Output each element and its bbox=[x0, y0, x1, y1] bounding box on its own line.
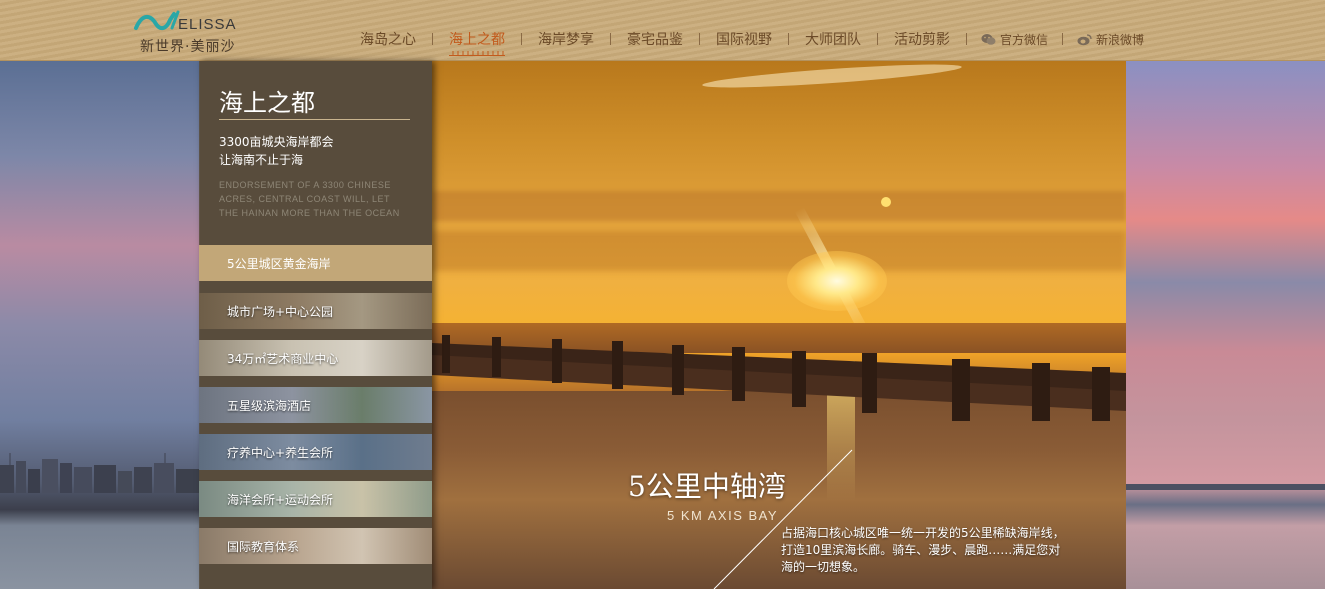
wechat-icon bbox=[981, 33, 996, 45]
sidebar-item-label: 5公里城区黄金海岸 bbox=[227, 257, 331, 271]
nav-separator bbox=[877, 33, 878, 45]
sidebar-item-label: 34万㎡艺术商业中心 bbox=[227, 352, 339, 366]
sidebar-english-text: ENDORSEMENT OF A 3300 CHINESE ACRES, CEN… bbox=[219, 178, 419, 220]
sidebar-item-ocean-club[interactable]: 海洋会所+运动会所 bbox=[199, 481, 432, 517]
nav-item-haozhai[interactable]: 豪宅品鉴 bbox=[615, 29, 695, 49]
caption-title: 5公里中轴湾 bbox=[628, 470, 786, 503]
weibo-label: 新浪微博 bbox=[1096, 32, 1145, 47]
nav-item-haidao[interactable]: 海岛之心 bbox=[348, 29, 428, 49]
sidebar-item-hotel[interactable]: 五星级滨海酒店 bbox=[199, 387, 432, 423]
sidebar-item-wellness[interactable]: 疗养中心+养生会所 bbox=[199, 434, 432, 470]
description-line: 海的一切想象。 bbox=[781, 560, 866, 574]
sidebar-item-label: 五星级滨海酒店 bbox=[227, 399, 312, 413]
sidebar-subtitle-2: 让海南不止于海 bbox=[219, 153, 304, 167]
nav-item-huodong[interactable]: 活动剪影 bbox=[882, 29, 962, 49]
cloud bbox=[701, 61, 963, 93]
nav-item-guoji[interactable]: 国际视野 bbox=[704, 29, 784, 49]
sidebar-item-golden-coast[interactable]: 5公里城区黄金海岸 bbox=[199, 245, 432, 281]
nav-separator bbox=[432, 33, 433, 45]
caption-description: 占据海口核心城区唯一统一开发的5公里稀缺海岸线， 打造10里滨海长廊。骑车、漫步… bbox=[781, 525, 1091, 576]
wechat-label: 官方微信 bbox=[1000, 32, 1049, 47]
sidebar-panel: 海上之都 3300亩城央海岸都会 让海南不止于海 ENDORSEMENT OF … bbox=[199, 61, 432, 589]
sidebar-title: 海上之都 bbox=[219, 89, 315, 117]
logo-text: ELISSA bbox=[178, 16, 237, 33]
description-line: 占据海口核心城区唯一统一开发的5公里稀缺海岸线， bbox=[781, 526, 1065, 540]
nav-separator bbox=[1062, 33, 1064, 45]
small-sun-dot bbox=[881, 197, 891, 207]
logo-wave-icon bbox=[134, 10, 180, 31]
right-horizon bbox=[1126, 484, 1325, 490]
nav-separator bbox=[610, 33, 611, 45]
sidebar-item-label: 国际教育体系 bbox=[227, 540, 300, 554]
weibo-icon bbox=[1077, 33, 1092, 45]
english-line: THE HAINAN MORE THAN THE OCEAN bbox=[219, 208, 400, 218]
caption-english: 5 KM AXIS BAY bbox=[667, 508, 779, 523]
logo-cn-text: 新世界·美丽沙 bbox=[140, 39, 236, 55]
nav-separator bbox=[521, 33, 522, 45]
main-nav: 海岛之心 海上之都 海岸梦享 豪宅品鉴 国际视野 大师团队 活动剪影 官方微信 bbox=[348, 28, 1154, 56]
sidebar-subtitle-1: 3300亩城央海岸都会 bbox=[219, 135, 334, 149]
right-sunset-photo bbox=[1126, 61, 1325, 589]
sidebar-item-education[interactable]: 国际教育体系 bbox=[199, 528, 432, 564]
nav-item-dashi[interactable]: 大师团队 bbox=[793, 29, 873, 49]
city-skyline-image bbox=[0, 453, 200, 493]
sidebar-item-label: 疗养中心+养生会所 bbox=[227, 446, 334, 460]
nav-separator bbox=[699, 33, 700, 45]
sidebar-item-label: 海洋会所+运动会所 bbox=[227, 493, 334, 507]
railing-image bbox=[432, 335, 1126, 421]
nav-item-haishang[interactable]: 海上之都 bbox=[437, 29, 517, 56]
sidebar-item-city-plaza[interactable]: 城市广场+中心公园 bbox=[199, 293, 432, 329]
logo[interactable]: ELISSA 新世界·美丽沙 bbox=[134, 6, 249, 56]
cloud-band bbox=[432, 191, 1126, 221]
left-sunset-photo bbox=[0, 61, 200, 589]
sun bbox=[787, 251, 887, 311]
sidebar-divider bbox=[219, 119, 410, 120]
sidebar-item-label: 城市广场+中心公园 bbox=[227, 305, 334, 319]
wechat-link[interactable]: 官方微信 bbox=[971, 31, 1058, 48]
description-line: 打造10里滨海长廊。骑车、漫步、晨跑……满足您对 bbox=[781, 543, 1061, 557]
nav-separator bbox=[966, 33, 967, 45]
nav-separator bbox=[788, 33, 789, 45]
english-line: ENDORSEMENT OF A 3300 CHINESE bbox=[219, 180, 391, 190]
weibo-link[interactable]: 新浪微博 bbox=[1067, 31, 1154, 48]
english-line: ACRES, CENTRAL COAST WILL, LET bbox=[219, 194, 391, 204]
nav-item-haian[interactable]: 海岸梦享 bbox=[526, 29, 606, 49]
sidebar-item-art-commerce[interactable]: 34万㎡艺术商业中心 bbox=[199, 340, 432, 376]
cloud-band bbox=[432, 231, 1126, 271]
site-header: ELISSA 新世界·美丽沙 海岛之心 海上之都 海岸梦享 豪宅品鉴 国际视野 … bbox=[0, 0, 1325, 61]
